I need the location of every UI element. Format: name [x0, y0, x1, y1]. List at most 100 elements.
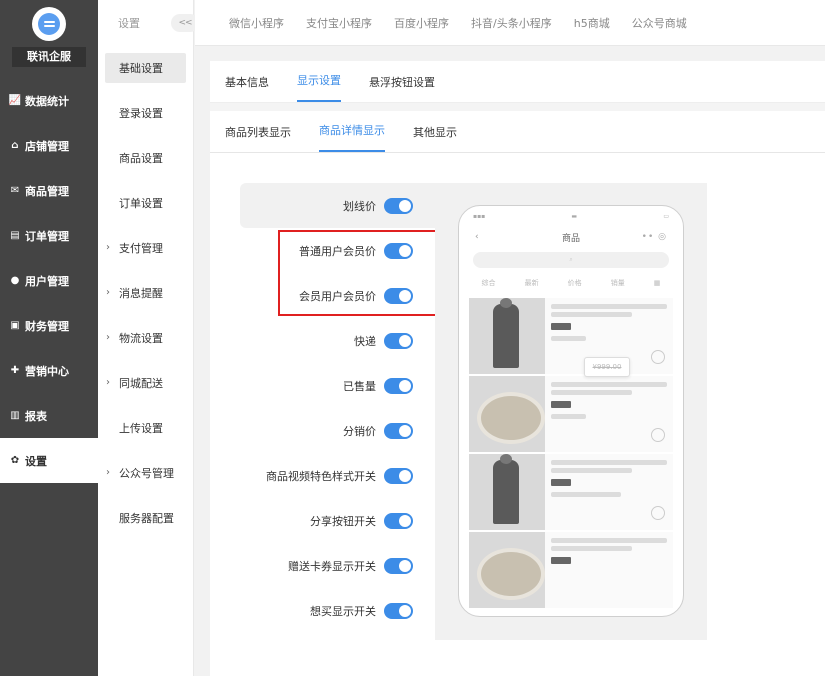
- subnav-item-payment[interactable]: › 支付管理: [98, 225, 193, 270]
- back-icon: ‹: [475, 232, 479, 242]
- product-card: [469, 298, 673, 374]
- subnav-title-text: 设置: [118, 16, 140, 30]
- toggle-switch[interactable]: [384, 197, 413, 214]
- toggle-switch[interactable]: [384, 467, 413, 484]
- sidebar-item-label: 营销中心: [25, 364, 69, 378]
- cart-icon: [651, 350, 665, 364]
- toggle-switch[interactable]: [384, 602, 413, 619]
- sidebar-item-finance[interactable]: ▣ 财务管理: [0, 303, 98, 348]
- toggle-switch[interactable]: [384, 557, 413, 574]
- subnav-item-label: 上传设置: [119, 421, 163, 435]
- setting-label: 分享按钮开关: [310, 514, 376, 528]
- tab-official-account[interactable]: 公众号商城: [632, 15, 687, 31]
- tab-list-display[interactable]: 商品列表显示: [225, 124, 291, 152]
- subnav-item-basic[interactable]: 基础设置: [105, 53, 186, 83]
- tab-baidu[interactable]: 百度小程序: [394, 15, 449, 31]
- setting-label: 快递: [354, 334, 376, 348]
- cart-icon: [651, 506, 665, 520]
- tab-float-button[interactable]: 悬浮按钮设置: [369, 74, 435, 102]
- phone-title: 商品: [561, 233, 580, 244]
- setting-label: 分销价: [343, 424, 376, 438]
- sidebar-item-label: 用户管理: [25, 274, 69, 288]
- subnav-item-goods[interactable]: 商品设置: [98, 135, 193, 180]
- chevron-right-icon: ›: [106, 467, 110, 478]
- subnav-item-message[interactable]: › 消息提醒: [98, 270, 193, 315]
- setting-label: 商品视频特色样式开关: [266, 469, 376, 483]
- phone-preview: ▪▪▪ ▬ ▭ ‹ 商品 •• ◎ ⌕ 综合 最新 价格 销量 ▦: [458, 205, 684, 617]
- toggle-switch[interactable]: [384, 332, 413, 349]
- subnav-item-upload[interactable]: 上传设置: [98, 405, 193, 450]
- cart-icon: [651, 428, 665, 442]
- search-icon: ⌕: [569, 256, 573, 263]
- product-image: [469, 454, 545, 530]
- setting-row-express: 快递: [240, 318, 435, 363]
- sidebar-item-report[interactable]: ▥ 报表: [0, 393, 98, 438]
- sidebar-item-marketing[interactable]: ✚ 营销中心: [0, 348, 98, 393]
- signal-icon: ▪▪▪: [473, 212, 486, 220]
- report-icon: ▥: [10, 410, 20, 421]
- product-card: [469, 376, 673, 452]
- sidebar-item-settings[interactable]: ✿ 设置: [0, 438, 98, 483]
- tab-detail-display[interactable]: 商品详情显示: [319, 122, 385, 152]
- chevron-right-icon: ›: [106, 332, 110, 343]
- settings-subnav: 设置 << 基础设置 登录设置 商品设置 订单设置 › 支付管理 › 消息提醒 › 物…: [98, 0, 199, 676]
- subnav-item-order[interactable]: 订单设置: [98, 180, 193, 225]
- filter-item: 价格: [567, 279, 582, 287]
- primary-tabs: 基本信息 显示设置 悬浮按钮设置: [210, 61, 825, 103]
- sidebar-item-store[interactable]: ⌂ 店铺管理: [0, 123, 98, 168]
- battery-icon: ▭: [663, 212, 669, 220]
- subnav-item-label: 支付管理: [119, 241, 163, 255]
- subnav-item-label: 订单设置: [119, 196, 163, 210]
- sidebar-item-users[interactable]: ● 用户管理: [0, 258, 98, 303]
- subnav-item-logistics[interactable]: › 物流设置: [98, 315, 193, 360]
- grid-icon: ▦: [653, 279, 661, 287]
- filter-item: 最新: [524, 279, 539, 287]
- user-icon: ●: [10, 275, 20, 286]
- store-icon: ⌂: [11, 140, 19, 151]
- setting-row-share-button: 分享按钮开关: [240, 498, 435, 543]
- subnav-item-official-account[interactable]: › 公众号管理: [98, 450, 193, 495]
- subnav-item-delivery[interactable]: › 同城配送: [98, 360, 193, 405]
- brand-name: 联讯企服: [12, 47, 86, 67]
- tab-other-display[interactable]: 其他显示: [413, 124, 457, 152]
- sidebar-item-label: 数据统计: [25, 94, 69, 108]
- tab-h5[interactable]: h5商城: [574, 15, 610, 31]
- product-image: [469, 376, 545, 452]
- product-info: [545, 376, 673, 452]
- sidebar-item-label: 店铺管理: [25, 139, 69, 153]
- subnav-item-label: 公众号管理: [119, 466, 174, 480]
- product-image: [469, 532, 545, 608]
- subnav-item-login[interactable]: 登录设置: [98, 90, 193, 135]
- more-icon: •• ◎: [641, 232, 667, 242]
- tab-basic-info[interactable]: 基本信息: [225, 74, 269, 102]
- setting-row-coupon-display: 赠送卡券显示开关: [240, 543, 435, 588]
- phone-filter-bar: 综合 最新 价格 销量 ▦: [459, 272, 683, 294]
- phone-status-bar: ▪▪▪ ▬ ▭: [459, 206, 683, 226]
- toggle-switch[interactable]: [384, 512, 413, 529]
- toggle-switch[interactable]: [384, 377, 413, 394]
- product-info: [545, 454, 673, 530]
- product-card: [469, 532, 673, 608]
- tab-douyin[interactable]: 抖音/头条小程序: [471, 15, 552, 31]
- setting-label: 想买显示开关: [310, 604, 376, 618]
- product-image: [469, 298, 545, 374]
- subnav-item-label: 基础设置: [119, 62, 163, 75]
- setting-row-distribution-price: 分销价: [240, 408, 435, 453]
- sidebar-item-stats[interactable]: 📈 数据统计: [0, 78, 98, 123]
- sidebar-item-label: 商品管理: [25, 184, 69, 198]
- product-tag: [551, 479, 571, 486]
- chevron-right-icon: ›: [106, 287, 110, 298]
- sidebar-item-orders[interactable]: ▤ 订单管理: [0, 213, 98, 258]
- sidebar-item-goods[interactable]: ✉ 商品管理: [0, 168, 98, 213]
- goods-icon: ✉: [10, 185, 20, 196]
- subnav-item-server[interactable]: 服务器配置: [98, 495, 193, 540]
- subnav-item-label: 登录设置: [119, 106, 163, 120]
- chevron-right-icon: ›: [106, 377, 110, 388]
- filter-item: 综合: [481, 279, 496, 287]
- gear-icon: ✿: [10, 455, 20, 466]
- tab-wechat[interactable]: 微信小程序: [229, 15, 284, 31]
- tab-display-settings[interactable]: 显示设置: [297, 72, 341, 102]
- time-placeholder: ▬: [571, 212, 578, 220]
- tab-alipay[interactable]: 支付宝小程序: [306, 15, 372, 31]
- toggle-switch[interactable]: [384, 422, 413, 439]
